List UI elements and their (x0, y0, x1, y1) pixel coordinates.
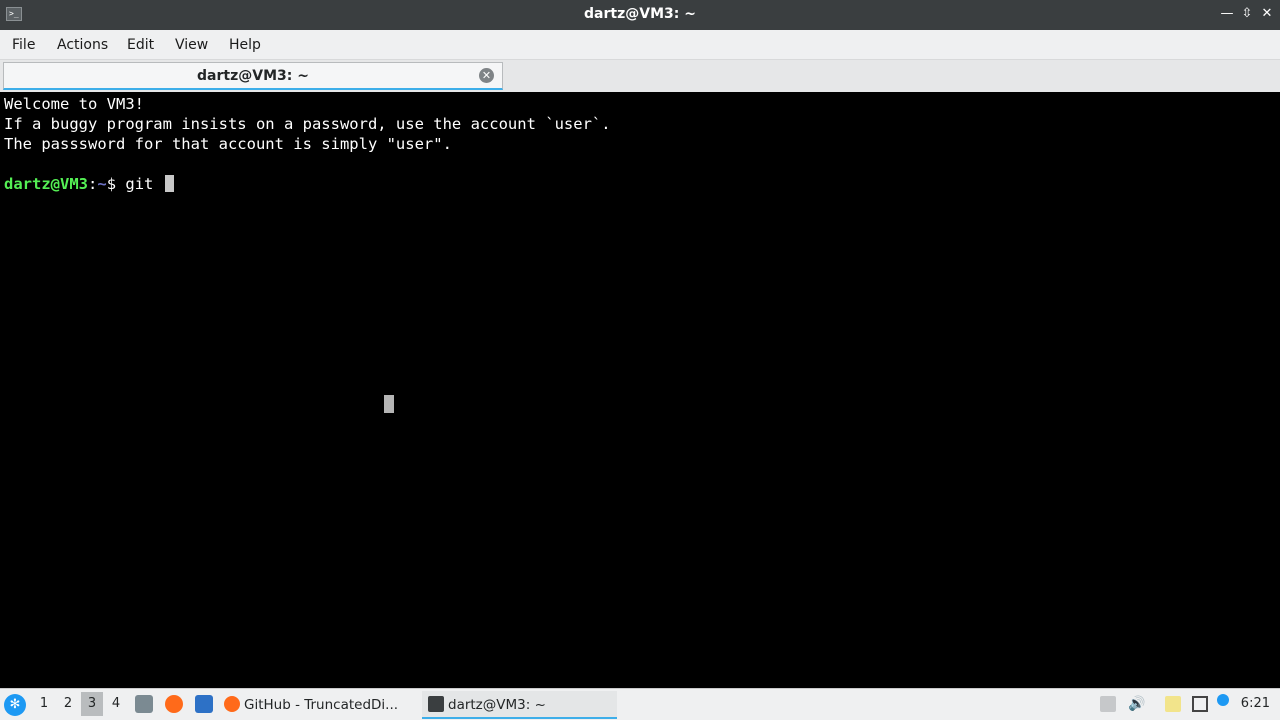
menu-view[interactable]: View (175, 37, 208, 53)
firefox-icon[interactable] (165, 695, 183, 713)
mouse-ibeam-cursor-icon (384, 395, 394, 413)
window-title: dartz@VM3: ~ (584, 6, 696, 22)
terminal-line: The passsword for that account is simply… (4, 135, 452, 153)
notification-area-icon[interactable] (1100, 696, 1116, 712)
update-notifier-icon[interactable] (1217, 694, 1229, 706)
menu-help[interactable]: Help (229, 37, 261, 53)
prompt-path: ~ (97, 175, 107, 193)
close-icon[interactable]: ✕ (1260, 6, 1274, 22)
workspace-4[interactable]: 4 (105, 692, 127, 716)
terminal-icon (428, 696, 444, 712)
tab-close-icon[interactable]: ✕ (479, 68, 494, 83)
volume-icon[interactable]: 🔊 (1128, 696, 1145, 712)
menu-edit[interactable]: Edit (127, 37, 154, 53)
network-icon[interactable] (1192, 696, 1208, 712)
tab-bar: dartz@VM3: ~ ✕ (0, 60, 1280, 92)
desktop-icon[interactable] (195, 695, 213, 713)
minimize-icon[interactable]: — (1220, 6, 1234, 22)
workspace-2[interactable]: 2 (57, 692, 79, 716)
taskbar: ✻ 1 2 3 4 GitHub - TruncatedDi... dartz@… (0, 688, 1280, 720)
prompt-line: dartz@VM3:~$ git (4, 174, 174, 194)
clipboard-icon[interactable] (1165, 696, 1181, 712)
firefox-icon (224, 696, 240, 712)
start-menu-icon[interactable]: ✻ (4, 694, 26, 716)
command-input[interactable]: git (125, 175, 162, 193)
terminal-line: Welcome to VM3! (4, 95, 144, 113)
menu-bar: File Actions Edit View Help (0, 30, 1280, 60)
menu-actions[interactable]: Actions (57, 37, 108, 53)
task-firefox[interactable]: GitHub - TruncatedDi... (224, 691, 414, 719)
clock[interactable]: 6:21 (1241, 696, 1270, 711)
text-cursor (164, 175, 174, 192)
tab-terminal[interactable]: dartz@VM3: ~ ✕ (3, 62, 503, 90)
prompt-symbol: $ (106, 175, 126, 193)
prompt-separator: : (88, 175, 98, 193)
window-titlebar[interactable]: >_ dartz@VM3: ~ — ⇳ ✕ (0, 0, 1280, 30)
menu-file[interactable]: File (12, 37, 35, 53)
tab-title: dartz@VM3: ~ (197, 68, 309, 84)
task-terminal[interactable]: dartz@VM3: ~ (422, 691, 617, 719)
workspace-3[interactable]: 3 (81, 692, 103, 716)
terminal-line: If a buggy program insists on a password… (4, 115, 611, 133)
task-label: dartz@VM3: ~ (448, 697, 546, 713)
file-manager-icon[interactable] (135, 695, 153, 713)
prompt-user: dartz@VM3 (4, 175, 88, 193)
terminal-output[interactable]: Welcome to VM3! If a buggy program insis… (0, 93, 1280, 688)
maximize-icon[interactable]: ⇳ (1240, 6, 1254, 22)
workspace-1[interactable]: 1 (33, 692, 55, 716)
task-label: GitHub - TruncatedDi... (244, 697, 399, 713)
